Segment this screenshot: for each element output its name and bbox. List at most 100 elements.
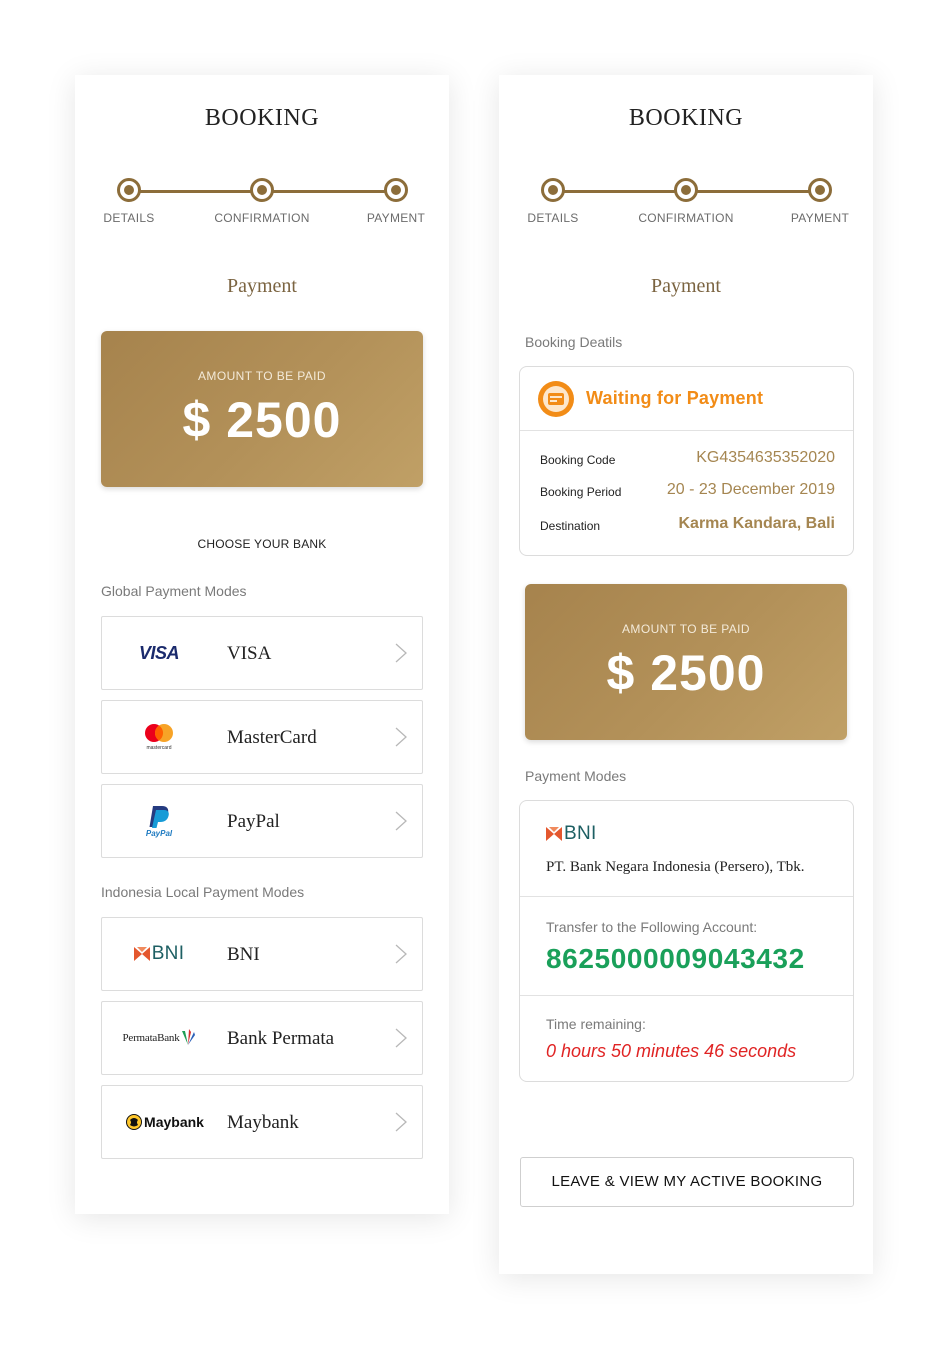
step-dot-icon bbox=[384, 178, 408, 202]
bni-logo: BNI bbox=[116, 918, 202, 990]
option-name: PayPal bbox=[227, 811, 280, 832]
step-label: DETAILS bbox=[527, 211, 579, 225]
option-maybank[interactable]: Maybank Maybank bbox=[101, 1085, 423, 1159]
maybank-logo-text: Maybank bbox=[144, 1114, 204, 1130]
step-payment[interactable]: PAYMENT bbox=[765, 178, 875, 225]
chevron-right-icon bbox=[395, 1112, 407, 1132]
option-paypal[interactable]: PayPal PayPal bbox=[101, 784, 423, 858]
step-dot-icon bbox=[250, 178, 274, 202]
booking-details-card: Waiting for Payment Booking Code KG43546… bbox=[519, 366, 854, 556]
mastercard-logo: mastercard bbox=[116, 701, 202, 773]
bni-logo: BNI bbox=[546, 823, 597, 845]
amount-label: AMOUNT TO BE PAID bbox=[198, 369, 326, 383]
detail-key: Booking Period bbox=[540, 485, 622, 499]
step-dot-icon bbox=[808, 178, 832, 202]
time-remaining: 0 hours 50 minutes 46 seconds bbox=[546, 1041, 797, 1061]
account-number[interactable]: 8625000009043432 bbox=[546, 943, 805, 975]
chevron-right-icon bbox=[395, 811, 407, 831]
page-title: BOOKING bbox=[204, 105, 320, 131]
step-label: CONFIRMATION bbox=[638, 211, 734, 225]
option-name: Bank Permata bbox=[227, 1028, 335, 1049]
step-payment[interactable]: PAYMENT bbox=[341, 178, 451, 225]
booking-code-row: Booking Code KG4354635352020 bbox=[540, 449, 835, 471]
global-payment-list: VISA VISA mastercard MasterCard PayPal P… bbox=[101, 616, 423, 868]
bank-row: BNI PT. Bank Negara Indonesia (Persero),… bbox=[520, 801, 853, 897]
paypal-logo-text: PayPal bbox=[146, 829, 173, 838]
local-payment-list: BNI BNI PermataBank Bank Permata Maybank… bbox=[101, 917, 423, 1169]
option-bni[interactable]: BNI BNI bbox=[101, 917, 423, 991]
step-details[interactable]: DETAILS bbox=[74, 178, 184, 225]
step-label: DETAILS bbox=[103, 211, 155, 225]
choose-bank-heading: CHOOSE YOUR BANK bbox=[197, 537, 327, 551]
destination-row: Destination Karma Kandara, Bali bbox=[540, 515, 835, 537]
mastercard-circles-icon: mastercard bbox=[145, 724, 173, 751]
detail-key: Booking Code bbox=[540, 453, 616, 467]
amount-card: AMOUNT TO BE PAID $ 2500 bbox=[101, 331, 423, 487]
payment-mode-card: BNI PT. Bank Negara Indonesia (Persero),… bbox=[519, 800, 854, 1082]
local-modes-label: Indonesia Local Payment Modes bbox=[101, 884, 305, 900]
step-details[interactable]: DETAILS bbox=[498, 178, 608, 225]
section-title: Payment bbox=[651, 275, 721, 297]
leave-view-booking-button[interactable]: LEAVE & VIEW MY ACTIVE BOOKING bbox=[520, 1157, 854, 1207]
payment-choose-bank-screen: BOOKING DETAILS CONFIRMATION PAYMENT Pay… bbox=[75, 75, 449, 1214]
permata-logo-text: PermataBank bbox=[122, 1032, 180, 1044]
maybank-logo: Maybank bbox=[120, 1086, 210, 1158]
option-bank-permata[interactable]: PermataBank Bank Permata bbox=[101, 1001, 423, 1075]
payment-waiting-screen: BOOKING DETAILS CONFIRMATION PAYMENT Pay… bbox=[499, 75, 873, 1274]
account-row: Transfer to the Following Account: 86250… bbox=[520, 897, 853, 996]
permata-logo: PermataBank bbox=[116, 1002, 202, 1074]
section-title: Payment bbox=[227, 275, 297, 297]
amount-label: AMOUNT TO BE PAID bbox=[622, 622, 750, 636]
booking-details-label: Booking Deatils bbox=[525, 334, 623, 350]
page-title: BOOKING bbox=[628, 105, 744, 131]
detail-value: Karma Kandara, Bali bbox=[678, 515, 835, 532]
bni-mark-icon bbox=[133, 947, 150, 961]
bni-mark-icon bbox=[546, 827, 562, 841]
transfer-label: Transfer to the Following Account: bbox=[546, 919, 758, 935]
visa-logo-text: VISA bbox=[138, 642, 180, 663]
bni-logo-text: BNI bbox=[151, 943, 185, 964]
detail-value: KG4354635352020 bbox=[696, 449, 835, 466]
amount-value: $ 2500 bbox=[182, 392, 342, 448]
detail-value: 20 - 23 December 2019 bbox=[666, 481, 835, 498]
chevron-right-icon bbox=[395, 643, 407, 663]
option-name: Maybank bbox=[227, 1112, 299, 1133]
time-label: Time remaining: bbox=[546, 1016, 646, 1032]
step-dot-icon bbox=[541, 178, 565, 202]
paypal-icon: PayPal bbox=[146, 806, 173, 838]
maybank-tiger-icon bbox=[126, 1114, 143, 1130]
chevron-right-icon bbox=[395, 944, 407, 964]
visa-logo: VISA bbox=[116, 617, 202, 689]
mastercard-logo-text: mastercard bbox=[146, 745, 171, 751]
wallet-icon bbox=[538, 381, 574, 417]
step-confirmation[interactable]: CONFIRMATION bbox=[631, 178, 741, 225]
time-row: Time remaining: 0 hours 50 minutes 46 se… bbox=[520, 996, 853, 1080]
option-name: MasterCard bbox=[227, 727, 317, 748]
status-text: Waiting for Payment bbox=[586, 388, 764, 408]
amount-card: AMOUNT TO BE PAID $ 2500 bbox=[525, 584, 847, 740]
permata-mark-icon bbox=[181, 1029, 195, 1045]
bank-name: PT. Bank Negara Indonesia (Persero), Tbk… bbox=[546, 859, 805, 875]
paypal-logo: PayPal bbox=[116, 785, 202, 857]
booking-period-row: Booking Period 20 - 23 December 2019 bbox=[540, 481, 835, 503]
option-name: VISA bbox=[227, 643, 272, 664]
step-dot-icon bbox=[117, 178, 141, 202]
option-name: BNI bbox=[227, 944, 260, 965]
chevron-right-icon bbox=[395, 1028, 407, 1048]
bni-logo-text: BNI bbox=[564, 823, 597, 844]
status-row: Waiting for Payment bbox=[520, 367, 853, 431]
amount-value: $ 2500 bbox=[606, 645, 766, 701]
booking-stepper: DETAILS CONFIRMATION PAYMENT bbox=[499, 178, 873, 228]
step-dot-icon bbox=[674, 178, 698, 202]
booking-stepper: DETAILS CONFIRMATION PAYMENT bbox=[75, 178, 449, 228]
step-label: PAYMENT bbox=[366, 211, 426, 225]
chevron-right-icon bbox=[395, 727, 407, 747]
step-confirmation[interactable]: CONFIRMATION bbox=[207, 178, 317, 225]
detail-key: Destination bbox=[540, 519, 601, 533]
option-visa[interactable]: VISA VISA bbox=[101, 616, 423, 690]
step-label: CONFIRMATION bbox=[214, 211, 310, 225]
payment-modes-label: Payment Modes bbox=[525, 768, 627, 784]
option-mastercard[interactable]: mastercard MasterCard bbox=[101, 700, 423, 774]
global-modes-label: Global Payment Modes bbox=[101, 583, 247, 599]
step-label: PAYMENT bbox=[790, 211, 850, 225]
